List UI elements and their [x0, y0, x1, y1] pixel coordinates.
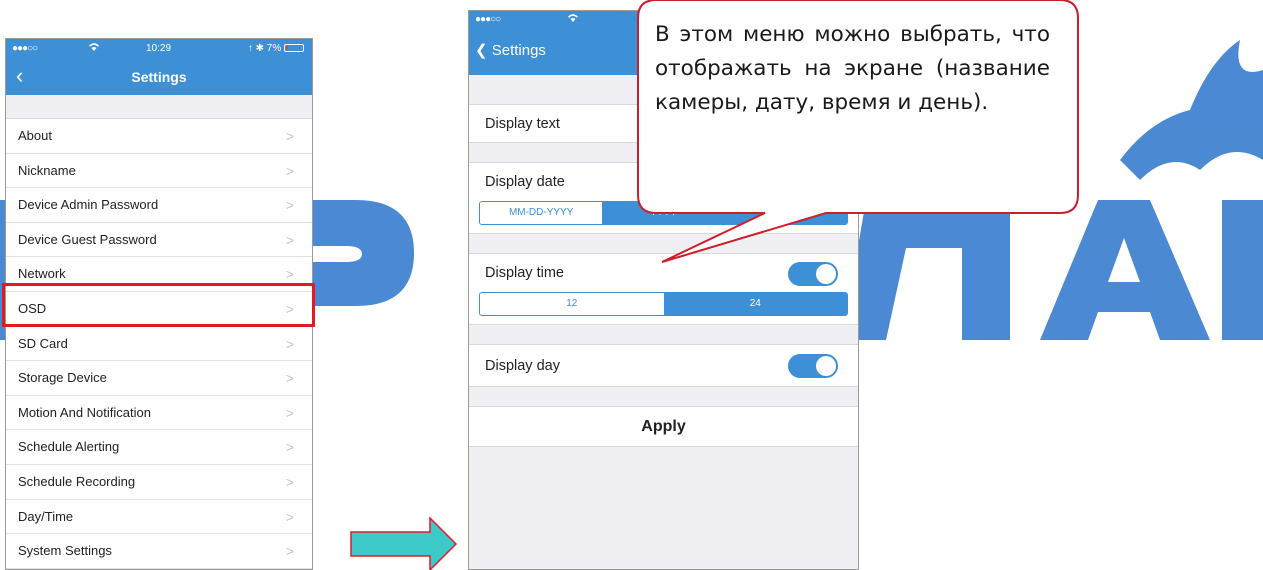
status-bar: ●●●○○ 10:29 ↑ ✱ 7%	[6, 39, 312, 59]
settings-list: About > Nickname > Device Admin Password > …	[6, 119, 312, 569]
display-date-block: Display date MM-DD-YYYY YYYY	[469, 163, 858, 234]
status-indicators: ↑ ✱ 7%	[248, 43, 304, 54]
signal-icon: ●●●○○	[12, 43, 38, 54]
item-label: Motion And Notification	[18, 404, 151, 420]
section-gap	[469, 143, 858, 163]
settings-item-motion[interactable]: Motion And Notification >	[6, 396, 312, 431]
item-label: System Settings	[18, 543, 112, 559]
chevron-right-icon: >	[285, 370, 294, 387]
settings-item-nickname[interactable]: Nickname >	[6, 154, 312, 189]
settings-item-sd-card[interactable]: SD Card >	[6, 327, 312, 362]
chevron-right-icon: >	[285, 335, 294, 352]
signal-icon: ●●●○○	[475, 14, 501, 25]
display-time-block: Display time 12 24	[469, 254, 858, 325]
item-label: Schedule Alerting	[18, 439, 120, 455]
section-gap	[6, 95, 312, 119]
battery-icon	[284, 44, 304, 52]
section-gap	[469, 325, 858, 345]
date-format-yyyy[interactable]: YYYY	[602, 202, 725, 224]
osd-highlight-frame	[2, 283, 315, 327]
date-format-segmented: MM-DD-YYYY YYYY	[479, 201, 848, 225]
display-text-label: Display text	[485, 116, 560, 132]
item-label: Device Guest Password	[18, 231, 157, 247]
display-date-label: Display date	[485, 174, 565, 190]
settings-item-guest-password[interactable]: Device Guest Password >	[6, 223, 312, 258]
callout-text: В этом меню можно выбрать, что отображат…	[655, 22, 1050, 115]
chevron-right-icon: >	[285, 439, 294, 456]
chevron-right-icon: >	[285, 197, 294, 214]
date-format-option[interactable]	[724, 202, 847, 224]
item-label: Schedule Recording	[18, 473, 136, 489]
date-format-mmddyyyy[interactable]: MM-DD-YYYY	[480, 202, 603, 224]
item-label: Nickname	[18, 162, 76, 178]
display-day-label: Display day	[485, 358, 560, 374]
chevron-right-icon: >	[285, 162, 294, 179]
item-label: Day/Time	[18, 508, 74, 524]
item-label: About	[18, 128, 52, 143]
time-format-segmented: 12 24	[479, 292, 848, 316]
chevron-right-icon: >	[285, 404, 294, 421]
back-button[interactable]: ❮ Settings	[475, 41, 546, 59]
back-button[interactable]: ‹	[16, 63, 23, 89]
settings-item-about[interactable]: About >	[6, 119, 312, 154]
item-label: Storage Device	[18, 370, 107, 386]
item-label: Network	[18, 266, 66, 282]
settings-item-admin-password[interactable]: Device Admin Password >	[6, 188, 312, 223]
settings-item-system-settings[interactable]: System Settings >	[6, 534, 312, 569]
chevron-right-icon: >	[285, 473, 294, 490]
arrow-right-icon	[350, 516, 458, 570]
display-time-toggle[interactable]	[788, 262, 838, 286]
status-icons: ↑ ✱ 7%	[247, 43, 282, 54]
settings-item-schedule-alerting[interactable]: Schedule Alerting >	[6, 430, 312, 465]
settings-item-schedule-recording[interactable]: Schedule Recording >	[6, 465, 312, 500]
display-day-toggle[interactable]	[788, 354, 838, 378]
time-format-24[interactable]: 24	[663, 293, 847, 315]
wifi-icon	[88, 42, 100, 55]
page-title: Settings	[131, 69, 187, 85]
settings-item-day-time[interactable]: Day/Time >	[6, 500, 312, 535]
chevron-right-icon: >	[285, 508, 294, 525]
settings-item-storage-device[interactable]: Storage Device >	[6, 361, 312, 396]
display-time-label: Display time	[485, 265, 564, 281]
section-gap	[469, 387, 858, 407]
nav-bar: ‹ Settings	[6, 59, 312, 95]
time-format-12[interactable]: 12	[480, 293, 664, 315]
item-label: Device Admin Password	[18, 197, 159, 213]
wifi-icon	[567, 13, 579, 26]
chevron-right-icon: >	[285, 128, 294, 144]
display-date-row[interactable]: Display date	[469, 163, 858, 201]
item-label: SD Card	[18, 335, 68, 351]
section-gap	[469, 234, 858, 254]
display-time-row: Display time	[469, 254, 858, 292]
display-day-row: Display day	[469, 345, 858, 387]
status-time: 10:29	[146, 43, 172, 54]
apply-button[interactable]: Apply	[469, 407, 858, 447]
chevron-right-icon: >	[285, 231, 294, 248]
chevron-right-icon: >	[285, 543, 294, 560]
